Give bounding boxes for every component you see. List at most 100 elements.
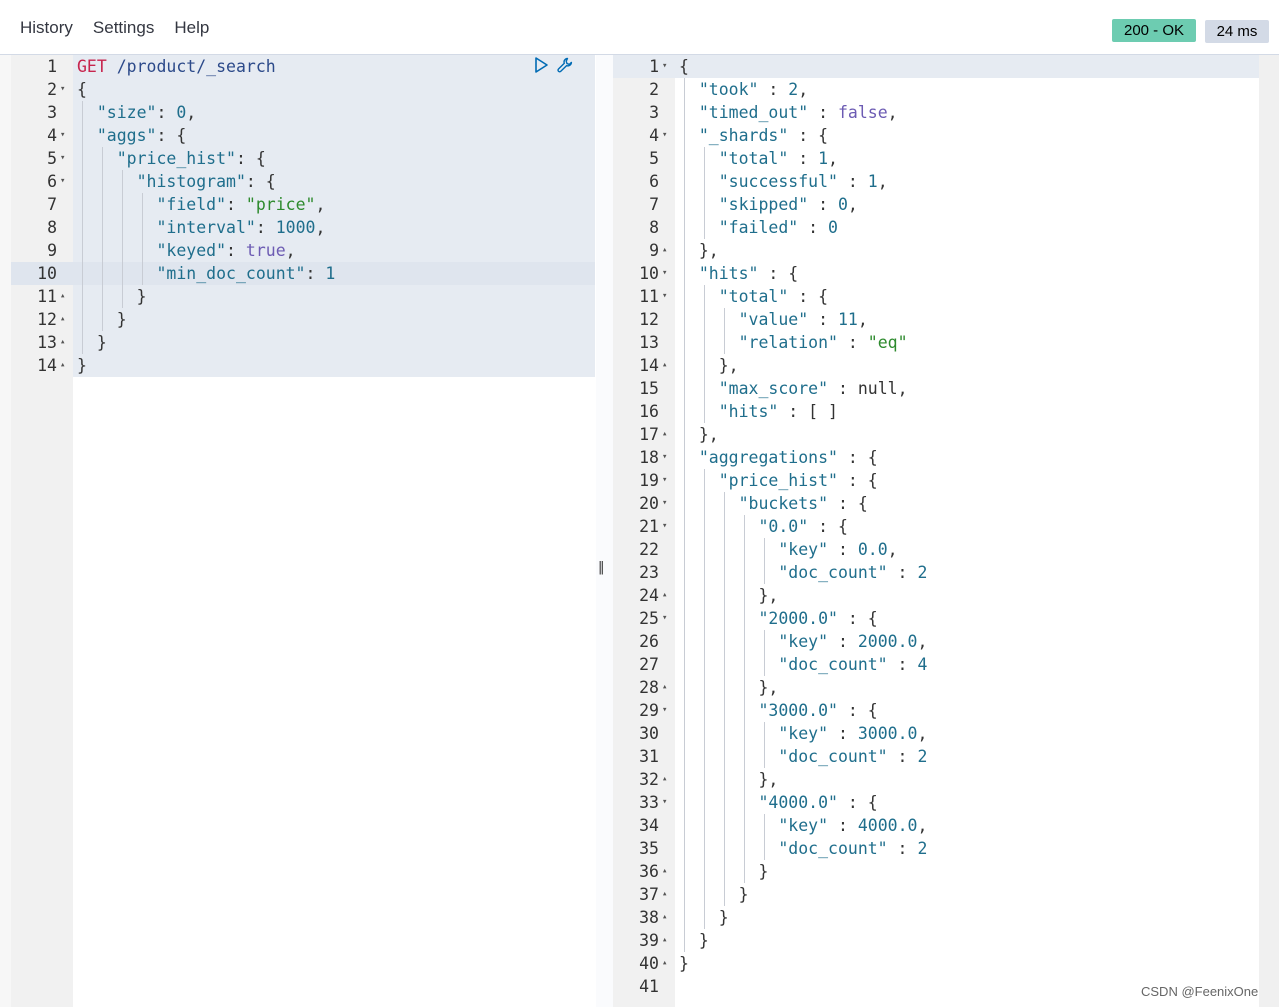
code-line[interactable]: 34 "key" : 4000.0,	[613, 814, 1259, 837]
code-line[interactable]: 29 ▾ "3000.0" : {	[613, 699, 1259, 722]
code-line[interactable]: 33 ▾ "4000.0" : {	[613, 791, 1259, 814]
code-line[interactable]: 22 "key" : 0.0,	[613, 538, 1259, 561]
unfold-arrow-icon[interactable]: ▴	[60, 354, 70, 377]
unfold-arrow-icon[interactable]: ▴	[662, 423, 672, 446]
code-line[interactable]: 30 "key" : 3000.0,	[613, 722, 1259, 745]
code-text: "doc_count" : 2	[679, 745, 927, 768]
code-line[interactable]: 3 "size": 0,	[11, 101, 595, 124]
right-scrollbar[interactable]	[1259, 55, 1279, 1007]
settings-menu-item[interactable]: Settings	[93, 18, 154, 38]
code-line[interactable]: 31 "doc_count" : 2	[613, 745, 1259, 768]
unfold-arrow-icon[interactable]: ▴	[662, 239, 672, 262]
code-token: "took"	[698, 80, 759, 99]
splitter-handle[interactable]: ‖	[598, 560, 605, 575]
code-line[interactable]: 27 "doc_count" : 4	[613, 653, 1259, 676]
code-line[interactable]: 36 ▴ }	[613, 860, 1259, 883]
fold-arrow-icon[interactable]: ▾	[662, 285, 672, 308]
code-line[interactable]: 1 GET /product/_search	[11, 55, 595, 78]
code-line[interactable]: 40 ▴}	[613, 952, 1259, 975]
unfold-arrow-icon[interactable]: ▴	[60, 308, 70, 331]
fold-arrow-icon[interactable]: ▾	[662, 262, 672, 285]
unfold-arrow-icon[interactable]: ▴	[662, 584, 672, 607]
code-line[interactable]: 18 ▾ "aggregations" : {	[613, 446, 1259, 469]
fold-arrow-icon[interactable]: ▾	[662, 699, 672, 722]
help-menu-item[interactable]: Help	[174, 18, 209, 38]
fold-arrow-icon[interactable]: ▾	[662, 492, 672, 515]
indent-guide	[764, 722, 765, 768]
fold-arrow-icon[interactable]: ▾	[662, 607, 672, 630]
code-line[interactable]: 10 "min_doc_count": 1	[11, 262, 595, 285]
unfold-arrow-icon[interactable]: ▴	[60, 331, 70, 354]
unfold-arrow-icon[interactable]: ▴	[662, 768, 672, 791]
history-menu-item[interactable]: History	[20, 18, 73, 38]
code-line[interactable]: 11 ▴ }	[11, 285, 595, 308]
code-line[interactable]: 4 ▾ "_shards" : {	[613, 124, 1259, 147]
fold-arrow-icon[interactable]: ▾	[662, 515, 672, 538]
pane-splitter[interactable]	[596, 55, 613, 1007]
code-line[interactable]: 39 ▴ }	[613, 929, 1259, 952]
code-line[interactable]: 2 "took" : 2,	[613, 78, 1259, 101]
code-line[interactable]: 9 "keyed": true,	[11, 239, 595, 262]
code-line[interactable]: 14 ▴ },	[613, 354, 1259, 377]
code-line[interactable]: 7 "field": "price",	[11, 193, 595, 216]
code-line[interactable]: 8 "failed" : 0	[613, 216, 1259, 239]
code-line[interactable]: 13 "relation" : "eq"	[613, 331, 1259, 354]
code-line[interactable]: 9 ▴ },	[613, 239, 1259, 262]
code-line[interactable]: 21 ▾ "0.0" : {	[613, 515, 1259, 538]
code-line[interactable]: 6 ▾ "histogram": {	[11, 170, 595, 193]
code-line[interactable]: 16 "hits" : [ ]	[613, 400, 1259, 423]
request-editor[interactable]: 1 GET /product/_search 2 ▾{3 "size": 0, 4 ▾ "…	[11, 55, 595, 1007]
code-line[interactable]: 10 ▾ "hits" : {	[613, 262, 1259, 285]
code-line[interactable]: 20 ▾ "buckets" : {	[613, 492, 1259, 515]
code-line[interactable]: 26 "key" : 2000.0,	[613, 630, 1259, 653]
code-line[interactable]: 6 "successful" : 1,	[613, 170, 1259, 193]
fold-arrow-icon[interactable]: ▾	[662, 791, 672, 814]
code-line[interactable]: 1 ▾ {	[613, 55, 1259, 78]
code-line[interactable]: 15 "max_score" : null,	[613, 377, 1259, 400]
unfold-arrow-icon[interactable]: ▴	[662, 860, 672, 883]
code-line[interactable]: 12 ▴ }	[11, 308, 595, 331]
unfold-arrow-icon[interactable]: ▴	[662, 952, 672, 975]
fold-arrow-icon[interactable]: ▾	[60, 124, 70, 147]
code-line[interactable]: 14 ▴}	[11, 354, 595, 377]
code-line[interactable]: 4 ▾ "aggs": {	[11, 124, 595, 147]
code-line[interactable]: 8 "interval": 1000,	[11, 216, 595, 239]
unfold-arrow-icon[interactable]: ▴	[662, 676, 672, 699]
code-token: :	[255, 218, 276, 237]
code-line[interactable]: 25 ▾ "2000.0" : {	[613, 607, 1259, 630]
fold-arrow-icon[interactable]: ▾	[662, 446, 672, 469]
code-line[interactable]: 2 ▾ {	[11, 78, 595, 101]
code-line[interactable]: 12 "value" : 11,	[613, 308, 1259, 331]
line-number: 8	[47, 218, 57, 237]
fold-arrow-icon[interactable]: ▾	[662, 124, 672, 147]
code-line[interactable]: 28 ▴ },	[613, 676, 1259, 699]
code-line[interactable]: 24 ▴ },	[613, 584, 1259, 607]
code-line[interactable]: 17 ▴ },	[613, 423, 1259, 446]
code-line[interactable]: 11 ▾ "total" : {	[613, 285, 1259, 308]
code-line[interactable]: 7 "skipped" : 0,	[613, 193, 1259, 216]
fold-arrow-icon[interactable]: ▾	[662, 55, 672, 78]
fold-arrow-icon[interactable]: ▾	[60, 147, 70, 170]
fold-arrow-icon[interactable]: ▾	[60, 170, 70, 193]
code-line[interactable]: 23 "doc_count" : 2	[613, 561, 1259, 584]
code-line[interactable]: 35 "doc_count" : 2	[613, 837, 1259, 860]
fold-arrow-icon[interactable]: ▾	[60, 78, 70, 101]
unfold-arrow-icon[interactable]: ▴	[662, 883, 672, 906]
unfold-arrow-icon[interactable]: ▴	[662, 354, 672, 377]
code-line[interactable]: 5 "total" : 1,	[613, 147, 1259, 170]
code-line[interactable]: 3 "timed_out" : false,	[613, 101, 1259, 124]
fold-arrow-icon[interactable]: ▾	[662, 469, 672, 492]
unfold-arrow-icon[interactable]: ▴	[662, 906, 672, 929]
code-text: "_shards" : {	[679, 124, 828, 147]
code-line[interactable]: 37 ▴ }	[613, 883, 1259, 906]
unfold-arrow-icon[interactable]: ▴	[662, 929, 672, 952]
code-line[interactable]: 5 ▾ "price_hist": {	[11, 147, 595, 170]
code-line[interactable]: 13 ▴ }	[11, 331, 595, 354]
response-viewer[interactable]: 1 ▾{2 "took" : 2, 3 "timed_out" : false, 4 ▾…	[613, 55, 1259, 1007]
unfold-arrow-icon[interactable]: ▴	[60, 285, 70, 308]
code-line[interactable]: 38 ▴ }	[613, 906, 1259, 929]
code-line[interactable]: 32 ▴ },	[613, 768, 1259, 791]
code-line[interactable]: 19 ▾ "price_hist" : {	[613, 469, 1259, 492]
